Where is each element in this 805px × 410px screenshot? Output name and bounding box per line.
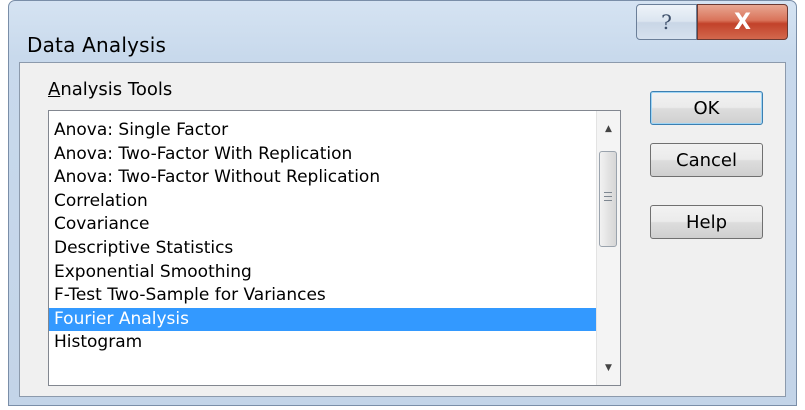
- list-item[interactable]: Fourier Analysis: [49, 307, 597, 332]
- analysis-tools-list[interactable]: Anova: Single Factor Anova: Two-Factor W…: [49, 119, 597, 355]
- list-item[interactable]: Anova: Two-Factor Without Replication: [49, 166, 597, 190]
- vertical-scrollbar[interactable]: ▲ ▼: [596, 111, 620, 385]
- list-item[interactable]: Correlation: [49, 190, 597, 214]
- list-item[interactable]: Histogram: [49, 331, 597, 355]
- ok-button[interactable]: OK: [650, 91, 763, 125]
- list-item[interactable]: Descriptive Statistics: [49, 237, 597, 261]
- dialog-body: Analysis Tools Anova: Single Factor Anov…: [19, 62, 786, 397]
- analysis-tools-label-text: nalysis Tools: [60, 79, 173, 100]
- analysis-tools-label: Analysis Tools: [48, 79, 172, 100]
- question-mark-icon: ?: [661, 10, 672, 34]
- grip-icon: [604, 192, 612, 204]
- close-button[interactable]: X: [697, 4, 788, 40]
- data-analysis-dialog: Data Analysis ? X Analysis Tools Anova: …: [8, 0, 797, 406]
- dialog-title: Data Analysis: [27, 33, 167, 57]
- scroll-up-arrow-icon[interactable]: ▲: [597, 117, 620, 140]
- analysis-tools-listbox[interactable]: Anova: Single Factor Anova: Two-Factor W…: [48, 110, 621, 386]
- close-x-icon: X: [734, 9, 751, 35]
- cancel-button[interactable]: Cancel: [650, 143, 763, 177]
- help-title-button[interactable]: ?: [636, 4, 697, 40]
- scroll-down-arrow-icon[interactable]: ▼: [597, 356, 620, 379]
- list-item[interactable]: Anova: Two-Factor With Replication: [49, 143, 597, 167]
- help-button[interactable]: Help: [650, 205, 763, 239]
- scrollbar-thumb[interactable]: [599, 151, 617, 247]
- help-button-text: elp: [699, 211, 728, 233]
- list-item[interactable]: Exponential Smoothing: [49, 261, 597, 285]
- analysis-tools-label-accel: A: [48, 79, 61, 100]
- list-item[interactable]: Covariance: [49, 213, 597, 237]
- list-item[interactable]: Anova: Single Factor: [49, 119, 597, 143]
- help-button-accel: H: [685, 211, 700, 233]
- list-item[interactable]: F-Test Two-Sample for Variances: [49, 284, 597, 308]
